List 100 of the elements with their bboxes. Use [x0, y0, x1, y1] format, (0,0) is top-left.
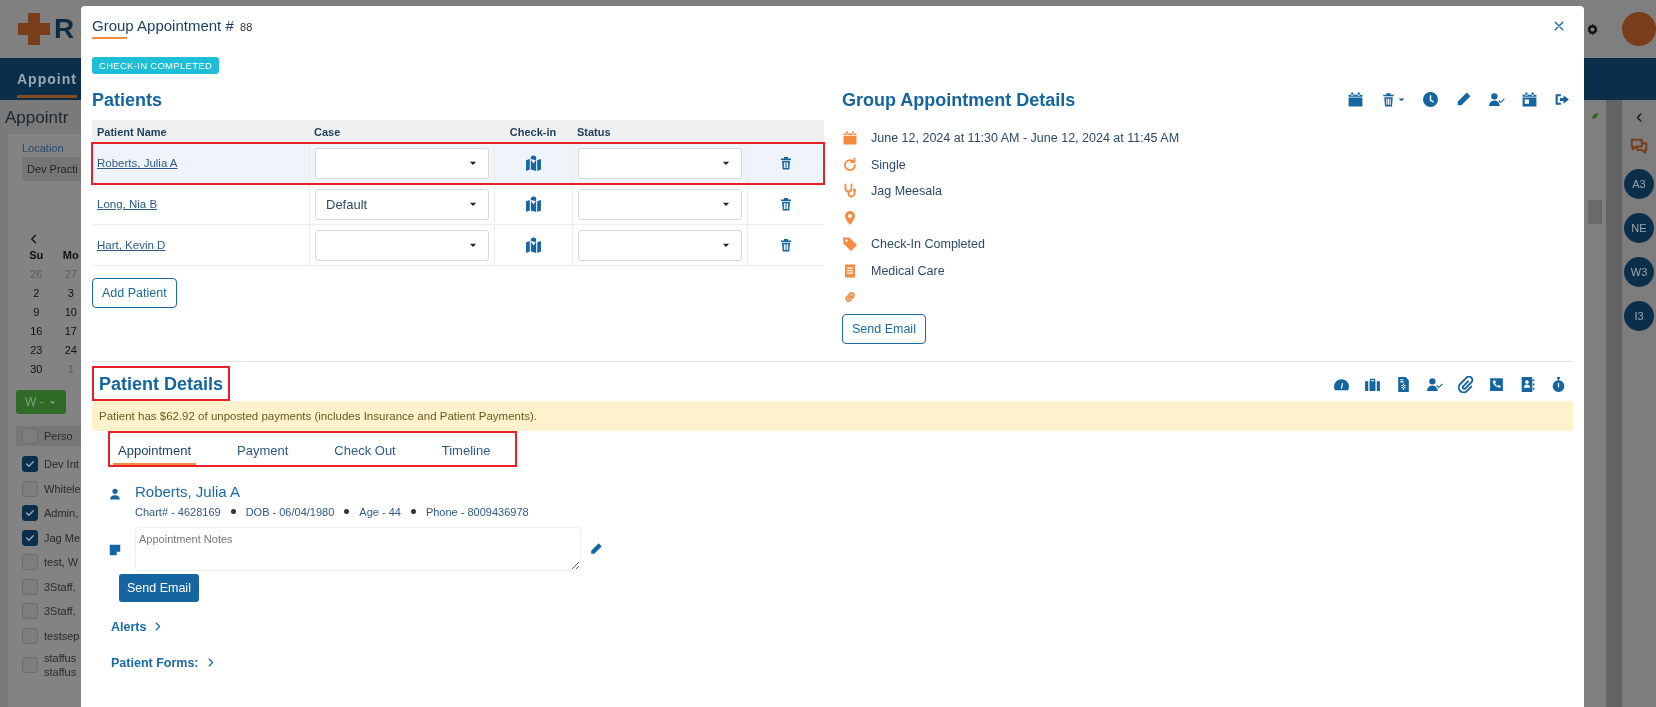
user-avatar[interactable]: I3	[1624, 301, 1654, 331]
map-icon[interactable]	[525, 195, 542, 213]
title-underline	[92, 37, 127, 39]
location-label: Location	[22, 142, 65, 154]
delete-icon[interactable]	[778, 155, 794, 171]
checkbox[interactable]	[22, 456, 38, 473]
phone-icon[interactable]	[1488, 375, 1505, 393]
stopwatch-icon[interactable]	[1550, 375, 1567, 393]
page-title: Appointr	[4, 107, 70, 129]
section-toggle[interactable]: Alerts	[111, 619, 147, 634]
nav-tab[interactable]: Appoint	[17, 60, 77, 98]
staff-name: test, W	[44, 555, 80, 570]
separator-dot	[410, 509, 416, 514]
patient-name-link[interactable]: Hart, Kevin D	[97, 239, 166, 251]
calendar-day[interactable]: 23	[26, 343, 47, 356]
settings-icon[interactable]	[1586, 22, 1599, 36]
nav-bar	[1584, 58, 1656, 100]
calendar-day[interactable]: 9	[26, 305, 47, 318]
location-select[interactable]: Dev Practi	[22, 157, 81, 181]
detail-text: Check-In Completed	[871, 237, 985, 252]
calendar-day[interactable]: 17	[60, 324, 81, 337]
patient-name-link[interactable]: Roberts, Julia A	[97, 157, 178, 169]
separator-dot	[230, 509, 236, 514]
case-select[interactable]: Default	[315, 188, 489, 220]
edit-icon[interactable]	[1455, 91, 1472, 108]
tag-icon	[842, 236, 858, 253]
user-check-icon[interactable]	[1426, 375, 1443, 393]
edit-icon[interactable]	[589, 541, 603, 556]
column-header: Status	[576, 125, 612, 138]
user-avatar[interactable]: W3	[1624, 257, 1654, 287]
send-email-button[interactable]: Send Email	[842, 313, 926, 344]
calendar-day[interactable]: 2	[26, 286, 47, 299]
address-book-icon[interactable]	[1519, 375, 1536, 393]
column-header: Case	[313, 125, 342, 138]
tab[interactable]: Timeline	[436, 436, 496, 465]
stethoscope-icon	[842, 183, 858, 200]
checkbox[interactable]	[22, 529, 38, 546]
weekday-label: Mo	[61, 248, 80, 261]
circular-arrow-icon	[842, 156, 858, 173]
logo-icon	[18, 13, 50, 45]
appointment-number: 88	[240, 21, 253, 33]
calendar-day[interactable]: 3	[60, 286, 81, 299]
staff-name: Jag Me	[44, 530, 81, 545]
staff-name: staffus staffus	[44, 650, 78, 680]
column-header: Check-in	[508, 125, 558, 138]
map-icon[interactable]	[525, 154, 542, 172]
detail-text: Single	[871, 157, 906, 172]
patient-meta: Age - 44	[359, 505, 401, 518]
calendar-day[interactable]: 16	[26, 324, 47, 337]
leaf-icon	[1591, 112, 1599, 120]
staff-name: 3Staff,	[44, 579, 77, 594]
separator-dot	[344, 509, 350, 514]
invoice-icon[interactable]	[1395, 375, 1412, 393]
trash-icon[interactable]	[1380, 91, 1397, 108]
logo-text: R	[54, 13, 75, 45]
user-check-icon[interactable]	[1488, 91, 1505, 108]
user-avatar[interactable]: NE	[1624, 213, 1654, 243]
clock-icon[interactable]	[1422, 91, 1439, 108]
staff-name: Whitele	[44, 481, 81, 496]
send-email-button[interactable]: Send Email	[119, 573, 199, 602]
tab[interactable]: Payment	[232, 436, 294, 465]
detail-text: Jag Meesala	[871, 184, 942, 199]
column-label: Perso	[44, 428, 74, 444]
section-heading: Patient Details	[92, 365, 231, 401]
notes-field[interactable]: Appointment Notes	[135, 526, 581, 571]
close-icon[interactable]	[1553, 19, 1565, 32]
sign-out-icon[interactable]	[1554, 91, 1571, 108]
section-toggle[interactable]: Patient Forms:	[111, 655, 199, 670]
calendar-icon[interactable]	[1347, 91, 1364, 108]
table-row[interactable]: Hart, Kevin D	[92, 225, 824, 266]
table-row[interactable]: Roberts, Julia A	[92, 143, 824, 184]
column-header: Patient Name	[96, 125, 168, 138]
tab[interactable]: Check Out	[329, 436, 401, 465]
checkbox[interactable]	[22, 505, 38, 522]
calendar-day[interactable]: 24	[60, 343, 81, 356]
patient-meta: Chart# - 4628169	[135, 505, 221, 518]
receipt-icon	[842, 262, 858, 279]
calendar-icon[interactable]	[1521, 91, 1538, 108]
section-heading: Patients	[92, 90, 164, 111]
calendar-day[interactable]: 10	[60, 305, 81, 318]
table-row[interactable]: Long, Nia B Default	[92, 184, 824, 225]
add-patient-button[interactable]: Add Patient	[92, 278, 177, 308]
map-icon[interactable]	[525, 236, 542, 254]
user-avatar[interactable]: A3	[1624, 169, 1654, 199]
paperclip-icon[interactable]	[1457, 375, 1474, 393]
tab[interactable]: Appointment	[113, 436, 196, 465]
delete-icon[interactable]	[778, 196, 794, 212]
caret-icon[interactable]	[1397, 95, 1406, 104]
weekday-label: Su	[28, 248, 45, 261]
dialog-title: Group Appointment #	[92, 17, 234, 34]
calendar-day[interactable]: 30	[26, 362, 47, 375]
patient-meta: Phone - 8009436978	[425, 505, 529, 518]
calendar-icon	[842, 130, 858, 147]
status-badge: CHECK-IN COMPLETED	[92, 57, 220, 74]
delete-icon[interactable]	[778, 237, 794, 253]
detail-text: Medical Care	[871, 263, 945, 278]
scrollbar[interactable]	[1606, 100, 1622, 707]
staff-name: 3Staff,	[44, 604, 77, 619]
patient-name-link[interactable]: Long, Nia B	[97, 198, 158, 210]
detail-text: June 12, 2024 at 11:30 AM - June 12, 2024 at 11:45 AM	[871, 131, 1180, 146]
